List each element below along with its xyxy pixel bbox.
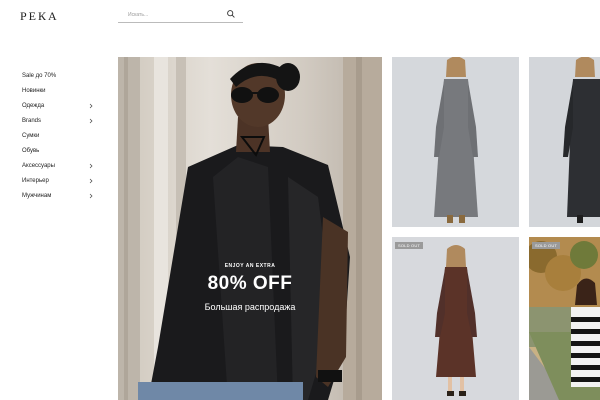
hero-subheadline: Большая распродажа	[204, 302, 296, 312]
sidebar-item-new[interactable]: Новинки	[22, 83, 94, 98]
category-sidebar: Sale до 70% Новинки Одежда Brands Сумки …	[22, 68, 94, 203]
sidebar-item-interior[interactable]: Интерьер	[22, 173, 94, 188]
sidebar-item-accessories[interactable]: Аксессуары	[22, 158, 94, 173]
chevron-right-icon	[89, 118, 93, 123]
hero-eyebrow: ENJOY AN EXTRA	[224, 263, 276, 269]
sidebar-item-label: Обувь	[22, 147, 40, 154]
brand-logo[interactable]: РЕКА	[20, 9, 59, 24]
sold-out-badge: SOLD OUT	[532, 242, 561, 249]
search-icon[interactable]	[226, 9, 236, 19]
sidebar-item-brands[interactable]: Brands	[22, 113, 94, 128]
sidebar-item-label: Мужчинам	[22, 192, 52, 199]
sidebar-item-clothing[interactable]: Одежда	[22, 98, 94, 113]
product-image	[392, 237, 519, 400]
hero-image	[118, 57, 382, 400]
sidebar-item-bags[interactable]: Сумки	[22, 128, 94, 143]
sidebar-item-label: Новинки	[22, 87, 46, 94]
search-input[interactable]	[128, 9, 228, 21]
product-image	[529, 237, 600, 400]
sidebar-item-label: Brands	[22, 117, 42, 124]
chevron-right-icon	[89, 178, 93, 183]
chevron-right-icon	[89, 103, 93, 108]
product-card[interactable]	[529, 57, 600, 227]
chevron-right-icon	[89, 163, 93, 168]
product-card[interactable]: SOLD OUT	[529, 237, 600, 400]
product-image	[392, 57, 519, 227]
sold-out-badge: SOLD OUT	[395, 242, 424, 249]
product-card[interactable]: SOLD OUT	[392, 237, 519, 400]
search-bar	[118, 7, 243, 23]
product-card[interactable]	[392, 57, 519, 227]
sidebar-item-sale[interactable]: Sale до 70%	[22, 68, 94, 83]
product-image	[529, 57, 600, 227]
sidebar-item-label: Аксессуары	[22, 162, 55, 169]
hero-headline: 80% OFF	[207, 273, 293, 294]
sidebar-item-label: Одежда	[22, 102, 45, 109]
chevron-right-icon	[89, 193, 93, 198]
sidebar-item-shoes[interactable]: Обувь	[22, 143, 94, 158]
hero-banner[interactable]: ENJOY AN EXTRA 80% OFF Большая распродаж…	[118, 57, 382, 400]
sidebar-item-men[interactable]: Мужчинам	[22, 188, 94, 203]
sidebar-item-label: Сумки	[22, 132, 40, 139]
sidebar-item-label: Интерьер	[22, 177, 49, 184]
sidebar-item-label: Sale до 70%	[22, 72, 57, 79]
